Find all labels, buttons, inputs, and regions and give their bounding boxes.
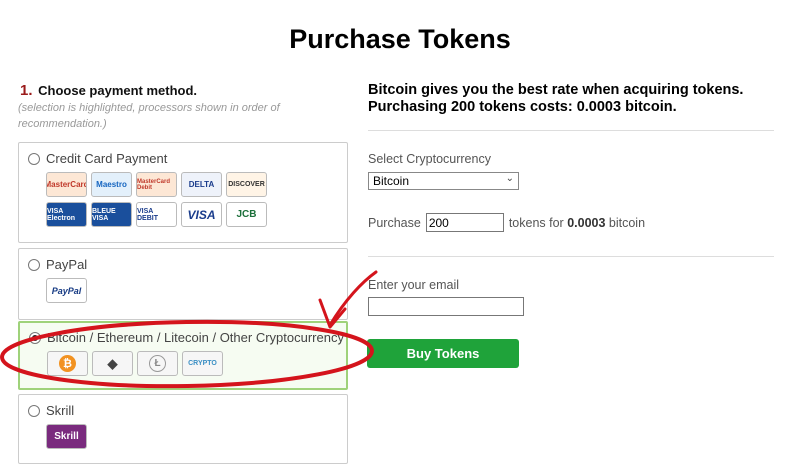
payment-option-label: Credit Card Payment — [46, 151, 168, 166]
payment-option-credit-card[interactable]: Credit Card Payment MasterCard Maestro M… — [18, 142, 348, 243]
payment-option-crypto[interactable]: Bitcoin / Ethereum / Litecoin / Other Cr… — [18, 321, 348, 390]
divider — [368, 256, 774, 257]
bitcoin-icon: ₿ — [47, 351, 88, 376]
crypto-icon: CRYPTO — [182, 351, 223, 376]
purchase-prefix: Purchase — [368, 215, 421, 230]
payment-option-paypal[interactable]: PayPal PayPal — [18, 248, 348, 320]
delta-icon: DELTA — [181, 172, 222, 197]
purchase-amount: 0.0003 — [567, 215, 606, 230]
purchase-row: Purchase tokens for 0.0003 bitcoin — [368, 213, 645, 232]
paypal-radio[interactable] — [28, 258, 40, 271]
skrill-icon: Skrill — [46, 424, 87, 449]
litecoin-icon: Ł — [137, 351, 178, 376]
select-crypto-label: Select Cryptocurrency — [368, 152, 491, 166]
chevron-down-icon: ⌄ — [505, 173, 514, 184]
rate-heading-line-2: Purchasing 200 tokens costs: 0.0003 bitc… — [368, 99, 677, 115]
payment-option-skrill[interactable]: Skrill Skrill — [18, 394, 348, 464]
visa-debit-icon: VISA DEBIT — [136, 202, 177, 227]
payment-option-label: PayPal — [46, 257, 88, 272]
mastercard-debit-icon: MasterCard Debit — [136, 172, 177, 197]
crypto-select[interactable]: Bitcoin ⌄ — [368, 172, 519, 190]
step-heading: 1. Choose payment method. — [20, 82, 197, 99]
divider — [368, 130, 774, 131]
jcb-icon: JCB — [226, 202, 267, 227]
token-quantity-input[interactable] — [425, 213, 504, 232]
email-input[interactable] — [368, 297, 524, 316]
crypto-radio[interactable] — [29, 331, 41, 344]
payment-option-label: Bitcoin / Ethereum / Litecoin / Other Cr… — [47, 330, 344, 345]
crypto-select-value: Bitcoin — [373, 174, 410, 188]
step-note: (selection is highlighted, processors sh… — [18, 102, 280, 130]
step-label: Choose payment method. — [38, 83, 198, 98]
mastercard-icon: MasterCard — [46, 172, 87, 197]
discover-icon: DISCOVER — [226, 172, 267, 197]
step-number: 1. — [20, 82, 33, 99]
rate-heading-line-1: Bitcoin gives you the best rate when acq… — [368, 82, 744, 98]
skrill-radio[interactable] — [28, 404, 40, 417]
payment-option-label: Skrill — [46, 403, 75, 418]
maestro-icon: Maestro — [91, 172, 132, 197]
visa-electron-icon: VISA Electron — [46, 202, 87, 227]
purchase-mid: tokens for — [508, 215, 564, 230]
email-label: Enter your email — [368, 278, 460, 292]
credit-card-radio[interactable] — [28, 152, 40, 165]
visa-icon: VISA — [181, 202, 222, 227]
page-title: Purchase Tokens — [289, 24, 511, 54]
paypal-icon: PayPal — [46, 278, 87, 303]
carte-bleue-icon: BLEUE VISA — [91, 202, 132, 227]
rate-heading: Bitcoin gives you the best rate when acq… — [368, 82, 788, 116]
purchase-suffix: bitcoin — [608, 215, 646, 230]
ethereum-icon: ◆ — [92, 351, 133, 376]
buy-tokens-button[interactable]: Buy Tokens — [367, 339, 519, 368]
